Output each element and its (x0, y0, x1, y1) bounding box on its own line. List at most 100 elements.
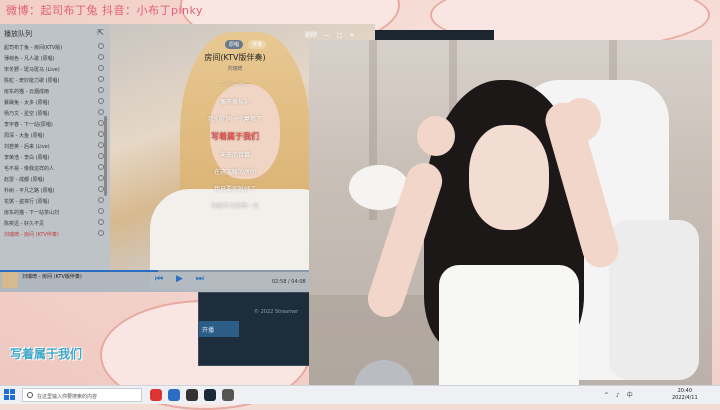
chair-side (609, 220, 699, 380)
queue-item[interactable]: 李宇春 - 下一站(原唱) (0, 119, 110, 130)
queue-item[interactable]: 朴树 - 平凡之路 (原唱) (0, 185, 110, 196)
streamer-hand-right (561, 98, 601, 142)
progress-fill (0, 270, 158, 272)
queue-item-more-icon[interactable] (98, 65, 104, 71)
start-stream-button[interactable]: 开播 (199, 321, 239, 337)
app-icon-settings[interactable] (222, 389, 234, 401)
queue-item[interactable]: 周深 - 大鱼 (原唱) (0, 130, 110, 141)
previous-icon[interactable]: ⏮ (155, 274, 163, 284)
now-playing-title: 刘瑞琦 - 房间 (KTV版伴奏) (22, 274, 82, 280)
windows-taskbar: 在这里输入你要搜索的内容 ^ ♪ 中 20:40 2022/4/11 (0, 385, 720, 404)
queue-item-label: 杨乃文 - 星空 (原唱) (4, 111, 50, 117)
mode-accompaniment[interactable]: 伴奏 (248, 40, 267, 49)
playback-controls: ⏮ ▶ ⏭ (155, 274, 214, 284)
taskbar-search-box[interactable]: 在这里输入你要搜索的内容 (22, 388, 142, 402)
queue-item-label: 李宇春 - 下一站(原唱) (4, 122, 53, 128)
lyric-line: 一个一个一 (219, 82, 250, 89)
queue-item-label: 房东的猫 - 下一站茶山刘 (4, 210, 59, 216)
queue-item-label: 暴躁兔 - 太多 (原唱) (4, 100, 50, 106)
app-icon-browser[interactable] (168, 389, 180, 401)
tray-expand-icon[interactable]: ^ (604, 392, 609, 399)
queue-item[interactable]: 毛不易 - 像我这样的人 (0, 163, 110, 174)
windows-logo-icon (4, 395, 9, 400)
volume-icon[interactable]: ♪ (616, 392, 620, 399)
current-lyric-line: 写着属于我们 (211, 132, 259, 141)
lyric-line: 未来的诗篇 (219, 152, 250, 159)
delete-button[interactable]: 删除 (305, 32, 317, 39)
next-icon[interactable]: ⏭ (196, 274, 204, 284)
queue-title: 播放队列 (4, 30, 32, 38)
queue-item[interactable]: 暴躁兔 - 太多 (原唱) (0, 97, 110, 108)
queue-item-label: 薄荷色 - 凡人歌 (原唱) (4, 56, 55, 62)
window-controls: 删除 — □ ✕ (300, 30, 354, 39)
windows-logo-icon (4, 389, 9, 394)
mode-toggle: 原唱 伴奏 (225, 31, 267, 50)
system-tray: ^ ♪ 中 (604, 390, 638, 399)
search-icon (27, 392, 33, 398)
lyrics-panel: 房间(KTV版伴奏) 刘瑞琦 一个一个一像不像从前我们在同一个屋檐下 写着属于我们… (180, 52, 290, 210)
windows-logo-icon (10, 389, 15, 394)
queue-scrollbar[interactable] (104, 116, 107, 196)
queue-item[interactable]: 房东的猫 - 下一站茶山刘 (0, 207, 110, 218)
minimize-button[interactable]: — (324, 32, 330, 39)
queue-item-label: 周深 - 大鱼 (原唱) (4, 133, 45, 139)
streamer-face (469, 125, 549, 230)
taskbar-clock[interactable]: 20:40 2022/4/11 (672, 388, 698, 402)
now-playing-thumbnail[interactable] (2, 272, 18, 288)
queue-item[interactable]: 刘瑞琦 - 房间 (KTV伴奏) (0, 229, 110, 240)
queue-item[interactable]: 陈粒 - 奇妙能力歌 (原唱) (0, 75, 110, 86)
close-button[interactable]: ✕ (349, 32, 354, 39)
queue-item[interactable]: 房东的猫 - 云烟成雨 (0, 86, 110, 97)
queue-item-label: 房东的猫 - 云烟成雨 (4, 89, 49, 95)
queue-item-more-icon[interactable] (98, 54, 104, 60)
queue-item-more-icon[interactable] (98, 230, 104, 236)
queue-item-label: 陈粒 - 奇妙能力歌 (原唱) (4, 78, 60, 84)
input-method-icon[interactable]: 中 (627, 392, 633, 399)
lyric-line: 我只要你就好了 (213, 186, 256, 193)
stream-overlay-social: 微博：起司布丁兔 抖音：小布丁pinky (6, 4, 203, 17)
lyric-line: 我们在同一个屋檐下 (207, 116, 262, 123)
queue-item-more-icon[interactable] (98, 197, 104, 203)
queue-item-label: 朴树 - 平凡之路 (原唱) (4, 188, 55, 194)
queue-item-label: 刘若英 - 后来 (Live) (4, 144, 50, 150)
queue-item-more-icon[interactable] (98, 109, 104, 115)
play-icon[interactable]: ▶ (176, 274, 183, 284)
song-artist: 刘瑞琦 (227, 66, 243, 72)
app-icon-steam[interactable] (204, 389, 216, 401)
queue-list: 起司布丁兔 - 房间(KTV版) 薄荷色 - 凡人歌 (原唱) 宋冬野 - 斑马斑马… (0, 42, 110, 240)
queue-item-label: 陈奕迅 - 好久不见 (4, 221, 44, 227)
queue-item[interactable]: 花粥 - 盗将行 (原唱) (0, 196, 110, 207)
queue-item-more-icon[interactable] (98, 76, 104, 82)
stream-app-window[interactable]: 开播 © 2022 Streamer (198, 292, 312, 366)
queue-item-label: 赵雷 - 成都 (原唱) (4, 177, 45, 183)
stream-overlay-lyric: 写着属于我们 (10, 347, 83, 361)
queue-item[interactable]: 起司布丁兔 - 房间(KTV版) (0, 42, 110, 53)
queue-item[interactable]: 薄荷色 - 凡人歌 (原唱) (0, 53, 110, 64)
maximize-button[interactable]: □ (337, 32, 343, 39)
mode-original[interactable]: 原唱 (225, 40, 244, 49)
queue-item[interactable]: 赵雷 - 成都 (原唱) (0, 174, 110, 185)
queue-item-more-icon[interactable] (98, 219, 104, 225)
lyric-line: 可能平凡的每一天 (210, 203, 259, 210)
queue-item[interactable]: 宋冬野 - 斑马斑马 (Live) (0, 64, 110, 75)
queue-item-more-icon[interactable] (98, 208, 104, 214)
queue-item-more-icon[interactable] (98, 98, 104, 104)
queue-item-more-icon[interactable] (98, 43, 104, 49)
streamer-body (439, 265, 579, 385)
webcam-feed (309, 40, 712, 385)
queue-item[interactable]: 李荣浩 - 李白 (原唱) (0, 152, 110, 163)
app-icon-obs[interactable] (186, 389, 198, 401)
pin-icon[interactable]: ⇱ (97, 28, 104, 37)
clock-date: 2022/4/11 (672, 395, 698, 401)
queue-item-more-icon[interactable] (98, 87, 104, 93)
queue-item[interactable]: 陈奕迅 - 好久不见 (0, 218, 110, 229)
queue-item-label: 刘瑞琦 - 房间 (KTV伴奏) (4, 232, 59, 238)
queue-item[interactable]: 杨乃文 - 星空 (原唱) (0, 108, 110, 119)
start-button[interactable] (4, 389, 16, 401)
clock-time: 20:40 (677, 388, 693, 394)
song-title: 房间(KTV版伴奏) (204, 53, 266, 62)
playback-time: 02:58 / 04:08 (272, 279, 306, 285)
app-icon-stream[interactable] (150, 389, 162, 401)
lyric-line: 像不像从前 (219, 99, 250, 106)
queue-item[interactable]: 刘若英 - 后来 (Live) (0, 141, 110, 152)
